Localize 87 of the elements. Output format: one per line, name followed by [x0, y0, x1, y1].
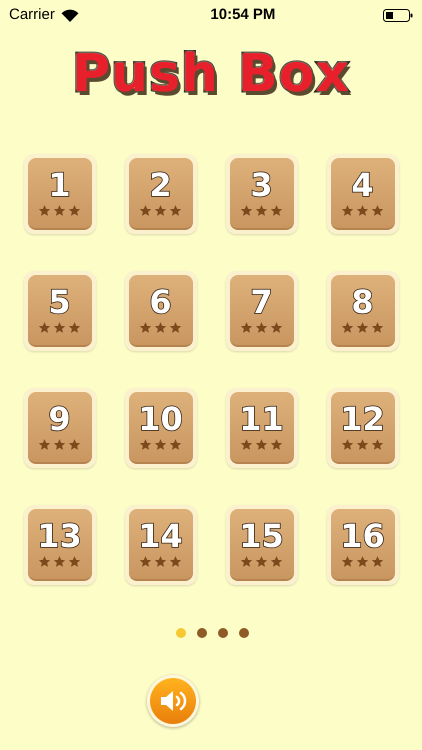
star-icon — [341, 438, 354, 451]
star-icon — [371, 204, 384, 217]
battery-icon — [382, 8, 413, 22]
wifi-icon — [60, 8, 79, 22]
star-icon — [270, 438, 283, 451]
level-number: 13 — [37, 520, 82, 552]
level-tile[interactable]: 14 — [124, 505, 196, 585]
level-tile[interactable]: 12 — [326, 388, 398, 468]
level-number: 14 — [138, 520, 183, 552]
level-number: 3 — [250, 169, 273, 201]
speaker-icon — [159, 689, 187, 713]
star-icon — [341, 555, 354, 568]
star-icon — [240, 321, 253, 334]
star-icon — [38, 438, 51, 451]
level-number: 15 — [239, 520, 284, 552]
star-icon — [68, 204, 81, 217]
level-tile[interactable]: 3 — [226, 154, 298, 234]
star-icon — [139, 555, 152, 568]
star-icon — [270, 555, 283, 568]
level-number: 1 — [48, 169, 71, 201]
star-icon — [255, 321, 268, 334]
star-icon — [154, 321, 167, 334]
star-icon — [53, 438, 66, 451]
star-icon — [356, 555, 369, 568]
time-label: 10:54 PM — [210, 4, 276, 25]
star-icon — [240, 555, 253, 568]
star-icon — [255, 555, 268, 568]
level-number: 7 — [250, 286, 273, 318]
game-title: Push Box — [72, 48, 350, 100]
star-icon — [169, 204, 182, 217]
level-number: 6 — [149, 286, 172, 318]
star-icon — [154, 438, 167, 451]
star-icon — [255, 438, 268, 451]
star-icon — [68, 438, 81, 451]
star-icon — [341, 204, 354, 217]
level-tile[interactable]: 6 — [124, 271, 196, 351]
star-icon — [240, 204, 253, 217]
star-icon — [38, 321, 51, 334]
star-icon — [139, 321, 152, 334]
carrier-label: Carrier — [9, 4, 55, 25]
level-tile[interactable]: 13 — [24, 505, 96, 585]
level-number: 16 — [340, 520, 385, 552]
star-icon — [68, 555, 81, 568]
level-number: 4 — [351, 169, 374, 201]
level-number: 8 — [351, 286, 374, 318]
level-number: 11 — [239, 403, 284, 435]
star-icon — [154, 204, 167, 217]
star-icon — [356, 438, 369, 451]
star-icon — [139, 438, 152, 451]
level-tile[interactable]: 5 — [24, 271, 96, 351]
star-icon — [240, 438, 253, 451]
level-tile[interactable]: 2 — [124, 154, 196, 234]
level-number: 10 — [138, 403, 183, 435]
star-icon — [341, 321, 354, 334]
star-icon — [169, 555, 182, 568]
star-icon — [38, 204, 51, 217]
level-number: 9 — [48, 403, 71, 435]
level-tile[interactable]: 4 — [326, 154, 398, 234]
level-number: 2 — [149, 169, 172, 201]
star-icon — [53, 321, 66, 334]
level-tile[interactable]: 15 — [226, 505, 298, 585]
level-tile[interactable]: 16 — [326, 505, 398, 585]
star-icon — [270, 204, 283, 217]
star-icon — [371, 321, 384, 334]
star-icon — [139, 204, 152, 217]
star-icon — [356, 321, 369, 334]
star-icon — [169, 321, 182, 334]
star-icon — [356, 204, 369, 217]
level-tile[interactable]: 8 — [326, 271, 398, 351]
star-icon — [270, 321, 283, 334]
star-icon — [371, 555, 384, 568]
level-number: 5 — [48, 286, 71, 318]
star-icon — [154, 555, 167, 568]
level-tile[interactable]: 9 — [24, 388, 96, 468]
sound-button[interactable] — [147, 675, 199, 727]
level-tile[interactable]: 10 — [124, 388, 196, 468]
star-icon — [371, 438, 384, 451]
level-tile[interactable]: 1 — [24, 154, 96, 234]
star-icon — [38, 555, 51, 568]
star-icon — [255, 204, 268, 217]
level-tile[interactable]: 11 — [226, 388, 298, 468]
star-icon — [68, 321, 81, 334]
level-number: 12 — [340, 403, 385, 435]
star-icon — [53, 555, 66, 568]
star-icon — [53, 204, 66, 217]
star-icon — [169, 438, 182, 451]
level-tile[interactable]: 7 — [226, 271, 298, 351]
